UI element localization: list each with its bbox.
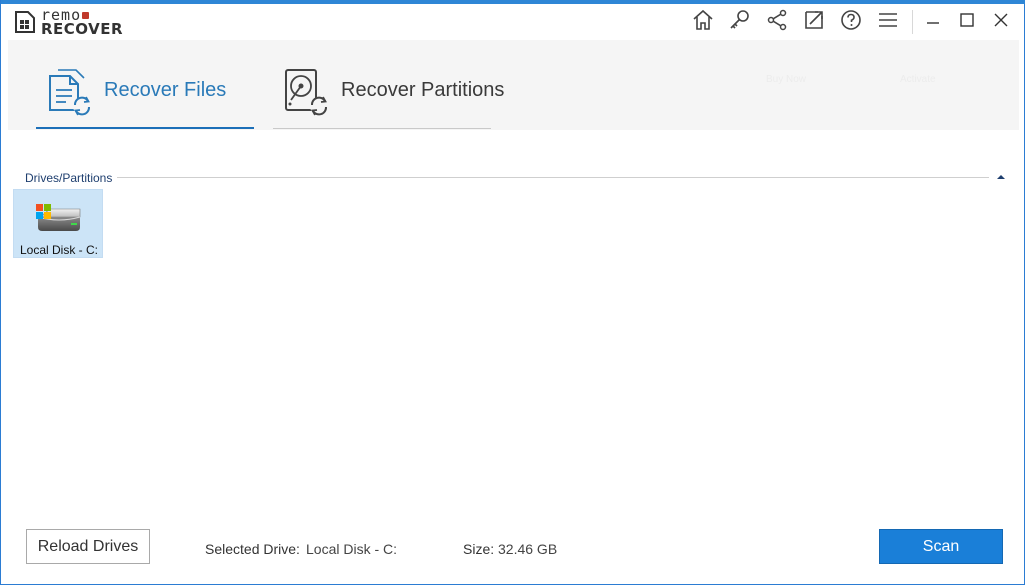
tab-inactive-indicator [273,128,491,129]
selected-drive-value: Local Disk - C: [306,541,398,557]
activate-link[interactable]: Activate [900,74,936,85]
reload-drives-button[interactable]: Reload Drives [26,529,150,564]
home-icon[interactable] [691,8,715,32]
share-icon[interactable] [765,8,789,32]
logo-text-bottom: RECOVER [41,20,124,38]
minimize-icon[interactable] [921,8,945,32]
key-icon[interactable] [728,8,752,32]
toolbar-separator [912,10,913,34]
section-divider [117,177,989,178]
maximize-icon[interactable] [955,8,979,32]
buy-now-link[interactable]: Buy Now [766,74,806,85]
hard-drive-icon [36,204,81,231]
selected-drive-label: Selected Drive: [205,541,300,557]
tab-recover-partitions[interactable]: Recover Partitions [273,40,504,130]
recover-files-icon [49,69,91,116]
collapse-chevron-up-icon[interactable] [995,172,1007,182]
app-window: remo RECOVER Recover Files Recover Parti… [0,0,1025,585]
remo-recover-logo: remo RECOVER [13,8,143,38]
size-value: 32.46 GB [498,541,558,557]
drive-label: Local Disk - C: [19,243,99,257]
size-label: Size: [463,541,495,557]
close-icon[interactable] [989,8,1013,32]
recover-partitions-icon [285,69,328,116]
title-bar: remo RECOVER [1,4,1024,40]
tab-recover-partitions-label: Recover Partitions [341,79,505,101]
drive-tile-local-disk-c[interactable]: Local Disk - C: [13,189,103,258]
tab-active-indicator [36,127,254,129]
logo-icon [15,11,35,33]
menu-icon[interactable] [876,8,900,32]
scan-button[interactable]: Scan [879,529,1003,564]
help-icon[interactable] [839,8,863,32]
tab-strip: Recover Files Recover Partitions Buy Now… [8,40,1019,130]
drives-section-header: Drives/Partitions [25,171,113,185]
export-icon[interactable] [802,8,826,32]
tab-recover-files-label: Recover Files [104,79,227,101]
tab-recover-files[interactable]: Recover Files [36,40,254,130]
